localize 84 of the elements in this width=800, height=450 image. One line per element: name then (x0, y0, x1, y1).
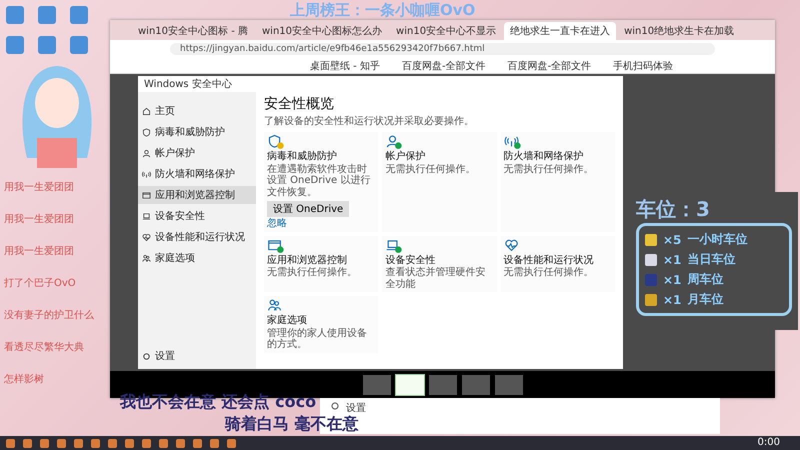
family-icon (142, 254, 151, 262)
card-title: 帐户保护 (385, 151, 426, 163)
card-description: 在遭遇勒索软件攻击时设置 OneDrive 以进行文件恢复。 (267, 164, 372, 198)
status-card[interactable]: 设备安全性 查看状态并管理硬件安全功能 (382, 236, 497, 292)
settings-item[interactable]: 设置 (138, 347, 256, 365)
bookmark-link[interactable]: 百度网盘-全部文件 (402, 58, 486, 72)
person-icon (385, 134, 404, 150)
clock: 0:00 (758, 438, 780, 448)
person-icon (142, 148, 151, 158)
shield-icon (142, 128, 151, 136)
card-title: 设备安全性 (385, 254, 436, 266)
status-card[interactable]: 家庭选项 管理你的家人使用设备的方式。 (264, 296, 378, 353)
sidebar-item[interactable]: 设备安全性 (138, 207, 256, 225)
card-description: 无需执行任何操作。 (504, 164, 594, 176)
status-card[interactable]: 病毒和威胁防护 在遭遇勒索软件攻击时设置 OneDrive 以进行文件恢复。 设置 OneDrive 忽略 (264, 132, 378, 232)
card-description: 无需执行任何操作。 (504, 267, 594, 279)
sidebar-item[interactable]: 主页 (138, 102, 256, 120)
wifi-icon (504, 134, 522, 150)
laptop-icon (385, 238, 404, 254)
chat-message: 打了个巴子OvO (4, 276, 76, 290)
thumbnail[interactable] (396, 374, 424, 394)
card-title: 应用和浏览器控制 (267, 254, 347, 266)
card-description: 无需执行任何操作。 (385, 164, 476, 176)
card-title: 设备性能和运行状况 (504, 254, 594, 266)
browser-tab[interactable]: 绝地求生一直卡在进入 (504, 22, 616, 40)
laptop-icon (142, 212, 151, 220)
dismiss-link[interactable]: 忽略 (267, 218, 287, 230)
browser-tab[interactable]: win10安全中心不显示 (390, 22, 502, 40)
shield-icon (267, 134, 285, 150)
leaderboard-title: 上周榜王：一条小咖喱OvO (290, 1, 476, 19)
browser-tab[interactable]: win10安全中心图标 - 腾 (132, 22, 254, 40)
bookmark-link[interactable]: 手机扫码体验 (613, 58, 674, 72)
card-title: 病毒和威胁防护 (267, 151, 337, 163)
card-title: 防火墙和网络保护 (504, 151, 584, 163)
card-description: 无需执行任何操作。 (267, 267, 357, 279)
slot-label: 一小时车位 (687, 231, 748, 248)
settings-label: 设置 (346, 402, 366, 415)
chat-message: 用我一生爱团团 (4, 244, 74, 258)
bookmark-link[interactable]: 百度网盘-全部文件 (508, 58, 592, 72)
chat-message: 没有妻子的护卫什么 (4, 308, 94, 322)
window-title: Windows 安全中心 (143, 78, 233, 92)
chat-message: 看透尽尽繁华大典 (4, 340, 84, 354)
slot-label: 当日车位 (687, 251, 736, 268)
wifi-icon (142, 170, 151, 178)
lyric-line: 我也不会在意 还会点 coco (120, 392, 316, 413)
slot-count: ×1 (663, 272, 682, 286)
home-icon (142, 106, 151, 116)
thumbnail[interactable] (428, 374, 456, 394)
browser-icon (267, 238, 285, 254)
chat-message: 用我一生爱团团 (4, 180, 74, 194)
heart-icon (142, 232, 151, 242)
chat-message: 用我一生爱团团 (4, 212, 74, 226)
status-card[interactable]: 帐户保护 无需执行任何操作。 (382, 132, 497, 232)
sidebar-item[interactable]: 设备性能和运行状况 (138, 228, 256, 246)
browser-icon (142, 190, 151, 200)
sidebar-item[interactable]: 防火墙和网络保护 (138, 165, 256, 183)
status-card[interactable]: 设备性能和运行状况 无需执行任何操作。 (500, 236, 615, 292)
slot-label: 周车位 (687, 271, 724, 288)
sidebar-item[interactable]: 应用和浏览器控制 (138, 186, 256, 204)
page-heading: 安全性概览 (264, 97, 335, 112)
slot-count: ×1 (663, 292, 682, 306)
sidebar-item[interactable]: 家庭选项 (138, 249, 256, 267)
thumbnail[interactable] (362, 374, 390, 394)
slot-count: ×1 (663, 252, 682, 266)
status-card[interactable]: 防火墙和网络保护 无需执行任何操作。 (500, 132, 615, 232)
sidebar-item[interactable]: 病毒和威胁防护 (138, 123, 256, 141)
car-slots-title: 车位：3 (636, 196, 711, 223)
browser-tab[interactable]: win10绝地求生卡在加载 (618, 22, 740, 40)
sidebar-item[interactable]: 帐户保护 (138, 144, 256, 162)
setup-button[interactable]: 设置 OneDrive (267, 201, 350, 218)
slot-label: 月车位 (687, 291, 724, 308)
thumbnail[interactable] (462, 374, 490, 394)
card-title: 家庭选项 (267, 315, 307, 327)
page-subtitle: 了解设备的安全性和运行状况并采取必要操作。 (264, 114, 475, 128)
bookmark-link[interactable]: 桌面壁纸 - 知乎 (310, 58, 380, 72)
address-bar[interactable]: https://jingyan.baidu.com/article/e9fb46e1a556293420f7b667.html (170, 43, 715, 55)
slot-count: ×5 (663, 232, 682, 246)
thumbnail[interactable] (494, 374, 522, 394)
card-description: 查看状态并管理硬件安全功能 (385, 267, 486, 290)
lyric-line: 骑着白马 毫不在意 (225, 414, 359, 435)
browser-tab[interactable]: win10安全中心图标怎么办 (256, 22, 388, 40)
chat-message: 怎样影树 (4, 372, 44, 386)
status-card[interactable]: 应用和浏览器控制 无需执行任何操作。 (264, 236, 378, 292)
card-description: 管理你的家人使用设备的方式。 (267, 328, 368, 351)
